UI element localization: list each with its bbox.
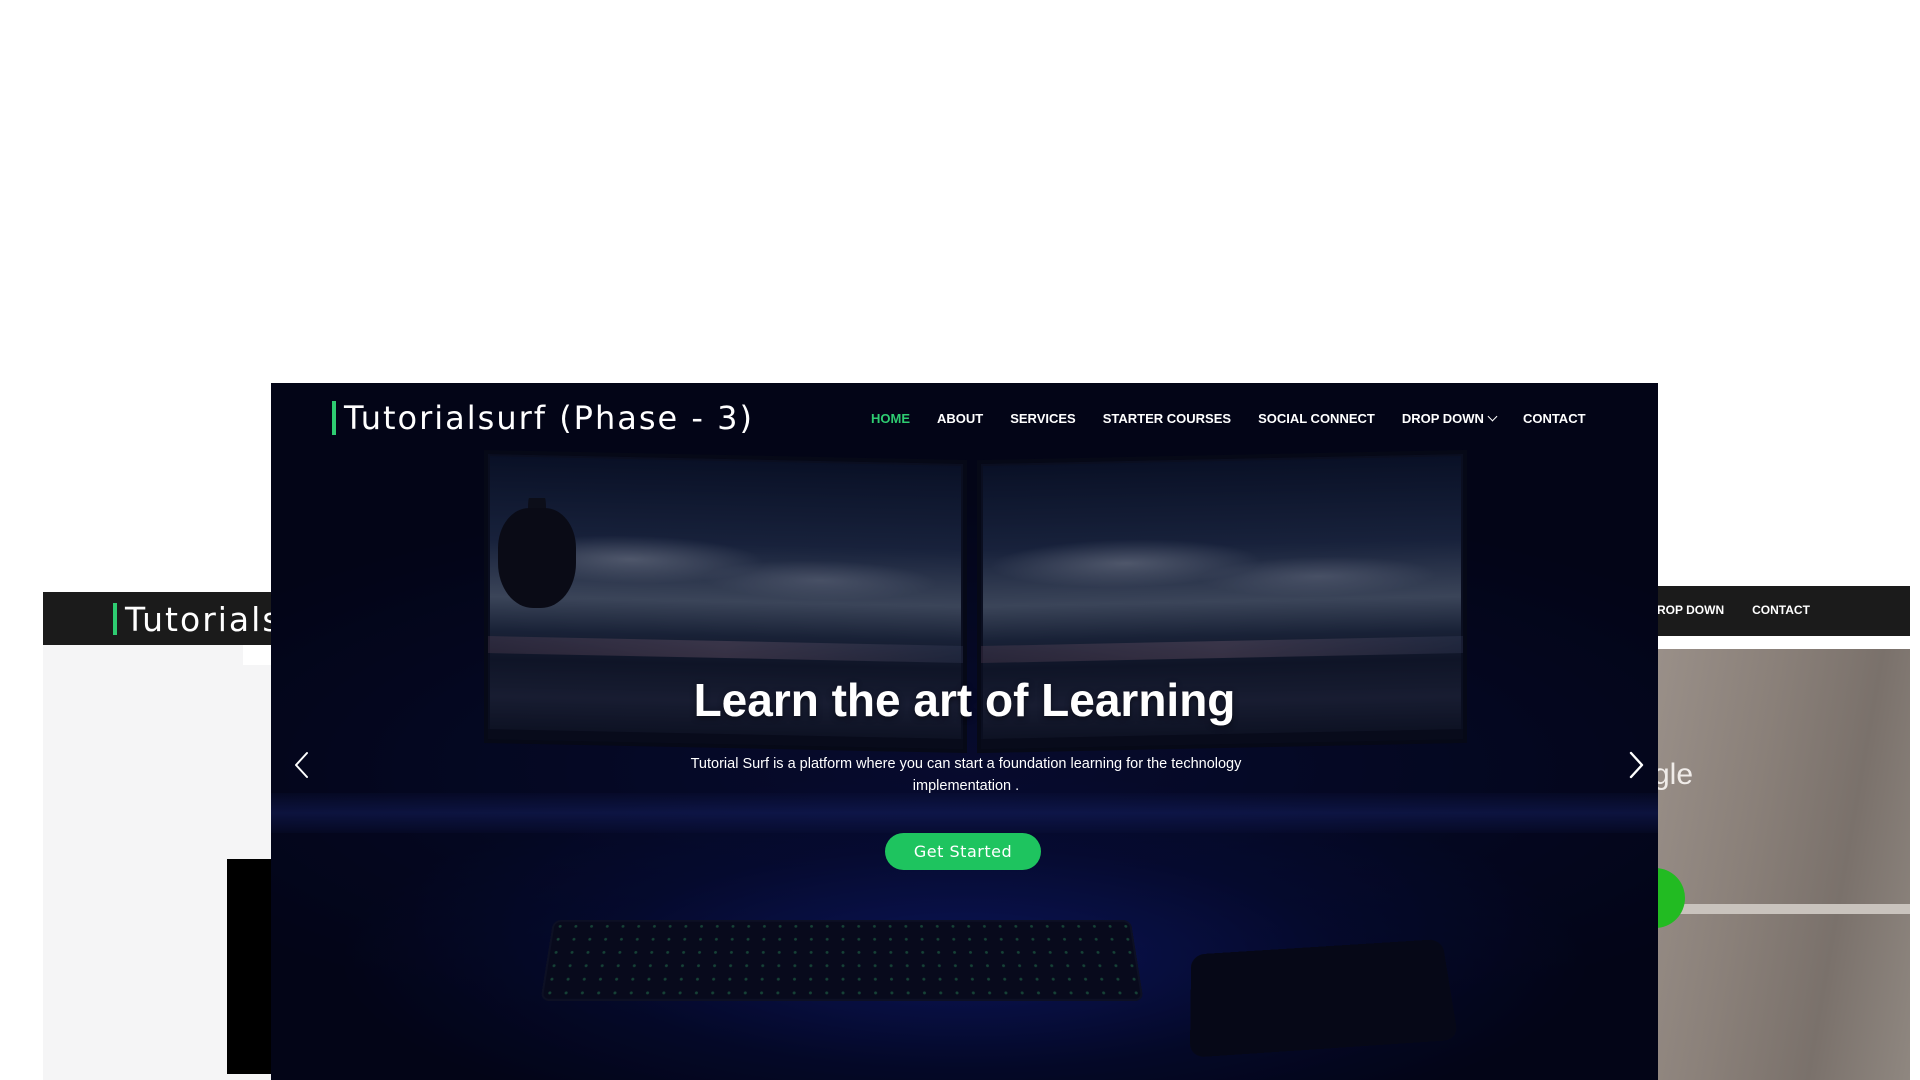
background-nav-contact[interactable]: CONTACT [1752, 603, 1810, 617]
hero-slide: Tutorialsurf (Phase - 3) HOME ABOUT SERV… [271, 383, 1658, 1080]
carousel-prev-button[interactable] [292, 750, 312, 780]
carousel-next-button[interactable] [1626, 750, 1646, 780]
background-card-right: ROP DOWN CONTACT gle [1625, 586, 1910, 1080]
screenshot-stage: Tutorials ROP DOWN CONTACT gle Tutorials… [0, 0, 1920, 1080]
brand-accent-bar [332, 401, 336, 435]
site-logo[interactable]: Tutorialsurf (Phase - 3) [332, 399, 754, 437]
background-brand-left: Tutorials [113, 600, 282, 639]
background-photo-text: gle [1653, 758, 1694, 791]
nav-starter-courses[interactable]: STARTER COURSES [1103, 411, 1231, 426]
hero-description: Tutorial Surf is a platform where you ca… [690, 756, 1242, 794]
nav-drop-down-label: DROP DOWN [1401, 411, 1484, 426]
background-photo-stripe [1645, 904, 1910, 914]
nav-about[interactable]: ABOUT [937, 411, 983, 426]
background-nav-right: ROP DOWN CONTACT [1657, 603, 1810, 617]
background-nav-dropdown[interactable]: ROP DOWN [1657, 603, 1724, 617]
main-nav: HOME ABOUT SERVICES STARTER COURSES SOCI… [871, 411, 1586, 426]
nav-drop-down[interactable]: DROP DOWN [1401, 411, 1498, 426]
chevron-down-icon [1487, 411, 1498, 422]
background-card-left: Tutorials [43, 592, 287, 1080]
nav-social-connect[interactable]: SOCIAL CONNECT [1258, 411, 1375, 426]
nav-services[interactable]: SERVICES [1010, 411, 1076, 426]
hero-headline: Learn the art of Learning [693, 674, 1236, 726]
get-started-button[interactable]: Get Started [885, 833, 1041, 870]
background-photo [1645, 649, 1910, 1080]
brand-accent-bar [113, 603, 117, 635]
hero-dark-overlay [271, 383, 1658, 1080]
chevron-left-icon [295, 752, 308, 778]
background-brand-text: Tutorials [125, 600, 282, 639]
background-navbar-right: ROP DOWN CONTACT [1645, 586, 1910, 636]
nav-home[interactable]: HOME [871, 411, 910, 426]
nav-contact[interactable]: CONTACT [1523, 411, 1586, 426]
chevron-right-icon [1629, 751, 1644, 779]
site-logo-text: Tutorialsurf (Phase - 3) [344, 399, 754, 437]
